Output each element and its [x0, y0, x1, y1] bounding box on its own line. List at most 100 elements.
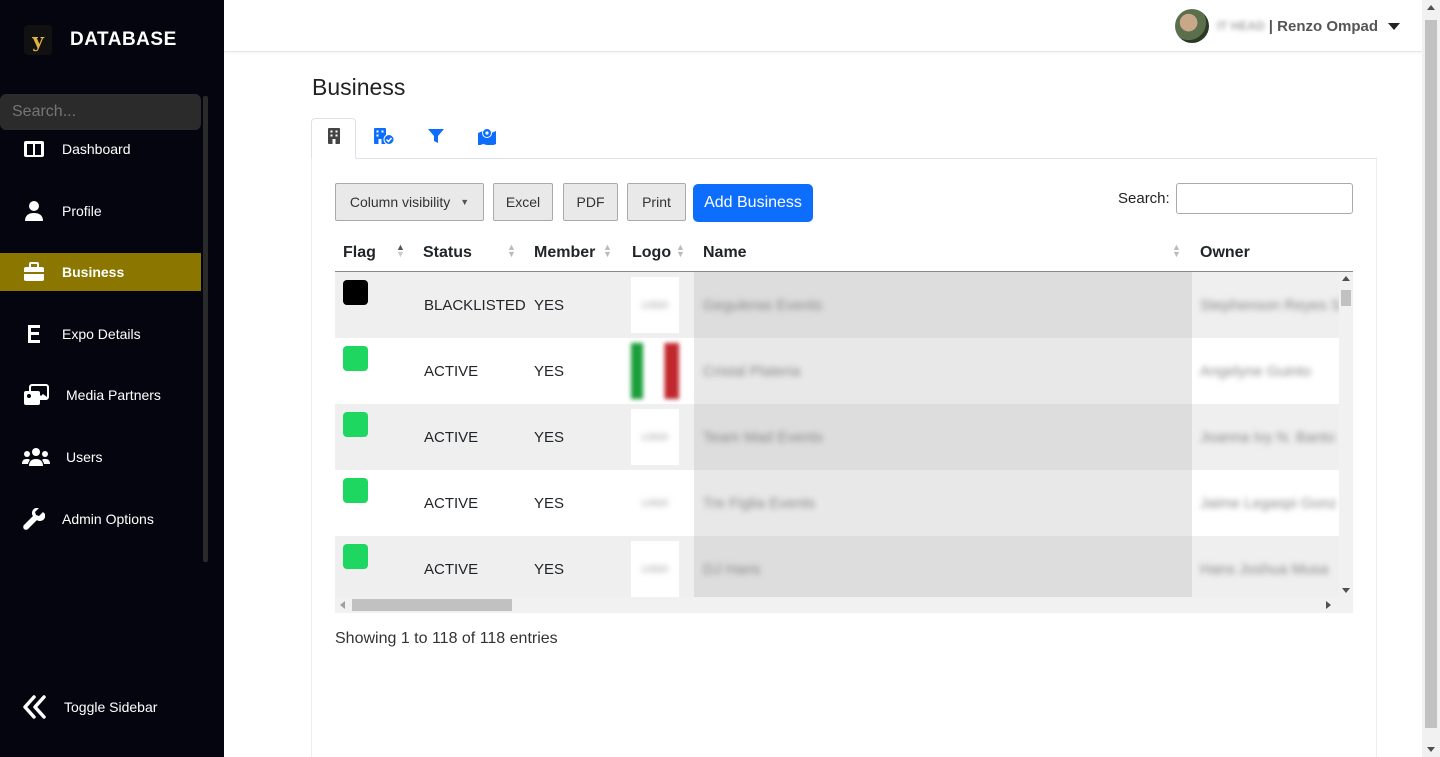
sort-icon: ▲ ▼: [507, 242, 516, 259]
user-icon: [22, 199, 46, 223]
table-vertical-scrollbar-thumb[interactable]: [1341, 290, 1351, 306]
filter-icon: [427, 128, 445, 149]
name-cell[interactable]: Geguleras Events: [703, 297, 822, 314]
member-cell: YES: [534, 495, 565, 512]
tab-verified-businesses[interactable]: [361, 118, 406, 159]
table-info: Showing 1 to 118 of 118 entries: [335, 630, 558, 647]
column-visibility-button[interactable]: Column visibility ▼: [335, 183, 484, 221]
caret-down-icon: [1388, 22, 1400, 30]
excel-button[interactable]: Excel: [493, 183, 553, 221]
flag-swatch: [343, 412, 368, 437]
table-row[interactable]: ACTIVE YES Cristal Plateria Angelyne Gui…: [335, 338, 1339, 404]
table-body: BLACKLISTED YES LOGO Geguleras Events St…: [335, 272, 1339, 597]
column-visibility-label: Column visibility: [349, 194, 451, 210]
column-header-flag[interactable]: Flag: [343, 244, 376, 262]
sidebar-item-label: Admin Options: [62, 510, 154, 527]
map-location-icon: [477, 127, 497, 150]
sidebar-item-admin-options[interactable]: Admin Options: [0, 500, 201, 538]
scroll-down-icon[interactable]: [1427, 747, 1435, 752]
sidebar-item-business[interactable]: Business: [0, 253, 201, 292]
page-title: Business: [312, 74, 406, 100]
sidebar-item-label: Dashboard: [62, 141, 131, 157]
business-logo: LOGO: [631, 475, 679, 531]
sidebar-item-profile[interactable]: Profile: [0, 192, 201, 230]
double-chevron-left-icon: [22, 694, 48, 720]
column-header-owner[interactable]: Owner: [1200, 244, 1250, 262]
name-cell[interactable]: Team Mad Events: [703, 429, 823, 446]
user-name: | Renzo Ompad: [1268, 17, 1378, 35]
brand[interactable]: y DATABASE: [24, 22, 177, 58]
sidebar-scrollbar[interactable]: [203, 96, 208, 562]
table-row[interactable]: BLACKLISTED YES LOGO Geguleras Events St…: [335, 272, 1339, 338]
scroll-left-icon[interactable]: [340, 601, 345, 609]
column-header-name[interactable]: Name: [703, 244, 747, 262]
member-cell: YES: [534, 297, 565, 314]
toggle-sidebar-button[interactable]: Toggle Sidebar: [22, 694, 157, 720]
briefcase-icon: [22, 260, 46, 284]
scroll-up-icon[interactable]: [1427, 5, 1435, 10]
print-button[interactable]: Print: [627, 183, 686, 221]
business-logo: LOGO: [631, 409, 679, 465]
scroll-up-icon[interactable]: [1342, 276, 1350, 281]
owner-cell: Angelyne Guinto: [1200, 363, 1311, 380]
table-row[interactable]: ACTIVE YES LOGO Tre Figlia Events Jaime …: [335, 470, 1339, 536]
sidebar-item-dashboard[interactable]: Dashboard: [0, 130, 201, 168]
sidebar-item-users[interactable]: Users: [0, 438, 201, 476]
page-scrollbar[interactable]: [1422, 0, 1440, 757]
column-header-logo[interactable]: Logo: [632, 244, 671, 262]
table-row[interactable]: ACTIVE YES LOGO DJ Hans Hans Joshua Musa: [335, 536, 1339, 597]
status-cell: ACTIVE: [424, 429, 479, 446]
owner-cell: Joanna Ivy N. Banto: [1200, 429, 1336, 446]
sidebar-search-input[interactable]: [0, 94, 201, 130]
status-cell: ACTIVE: [424, 495, 479, 512]
pdf-button[interactable]: PDF: [563, 183, 618, 221]
table-horizontal-scrollbar[interactable]: [335, 597, 1353, 613]
column-header-member[interactable]: Member: [534, 244, 595, 262]
letter-e-icon: [22, 322, 46, 346]
tab-filter[interactable]: [413, 118, 458, 159]
sidebar-item-label: Expo Details: [62, 325, 141, 342]
scroll-down-icon[interactable]: [1342, 588, 1350, 593]
tab-map[interactable]: [464, 118, 509, 159]
user-menu[interactable]: IT HEAD | Renzo Ompad: [1174, 9, 1400, 43]
images-icon: [22, 383, 50, 407]
topbar: IT HEAD | Renzo Ompad: [224, 0, 1422, 52]
page-scrollbar-thumb[interactable]: [1425, 20, 1437, 728]
name-cell[interactable]: Cristal Plateria: [703, 363, 801, 380]
owner-cell: Hans Joshua Musa: [1200, 561, 1329, 578]
user-role: IT HEAD: [1216, 19, 1265, 33]
add-business-button[interactable]: Add Business: [693, 184, 813, 222]
sort-icon: ▲ ▼: [676, 242, 685, 259]
column-header-status[interactable]: Status: [423, 244, 472, 262]
building-check-icon: [373, 127, 395, 150]
tab-businesses[interactable]: [311, 118, 356, 159]
brand-logo-icon: y: [24, 25, 52, 55]
table-search-label: Search:: [1118, 190, 1170, 207]
name-cell[interactable]: DJ Hans: [703, 561, 761, 578]
table-header: Flag ▲ ▼ Status ▲ ▼ Member ▲ ▼ Logo ▲ ▼ Name…: [335, 234, 1353, 272]
table-horizontal-scrollbar-thumb[interactable]: [352, 599, 512, 611]
sidebar: y DATABASE Dashboard Profile Business: [0, 0, 224, 757]
member-cell: YES: [534, 363, 565, 380]
scroll-right-icon[interactable]: [1326, 601, 1331, 609]
building-icon: [327, 127, 341, 150]
table-vertical-scrollbar[interactable]: [1339, 272, 1353, 597]
brand-title: DATABASE: [70, 29, 177, 50]
member-cell: YES: [534, 561, 565, 578]
flag-swatch: [343, 346, 368, 371]
sidebar-nav: Dashboard Profile Business Expo Details …: [0, 130, 201, 561]
name-cell[interactable]: Tre Figlia Events: [703, 495, 815, 512]
business-logo: LOGO: [631, 541, 679, 597]
sort-icon: ▲ ▼: [1172, 242, 1181, 259]
toggle-sidebar-label: Toggle Sidebar: [64, 699, 158, 715]
sidebar-item-expo-details[interactable]: Expo Details: [0, 315, 201, 353]
sidebar-item-media-partners[interactable]: Media Partners: [0, 376, 201, 414]
flag-swatch: [343, 478, 368, 503]
sidebar-item-label: Business: [62, 264, 125, 281]
caret-down-icon: ▼: [460, 197, 470, 207]
table-search-input[interactable]: [1176, 183, 1353, 214]
avatar: [1174, 9, 1209, 43]
name-cell-bg: [694, 536, 1192, 597]
table-row[interactable]: ACTIVE YES LOGO Team Mad Events Joanna I…: [335, 404, 1339, 470]
columns-icon: [22, 137, 46, 161]
